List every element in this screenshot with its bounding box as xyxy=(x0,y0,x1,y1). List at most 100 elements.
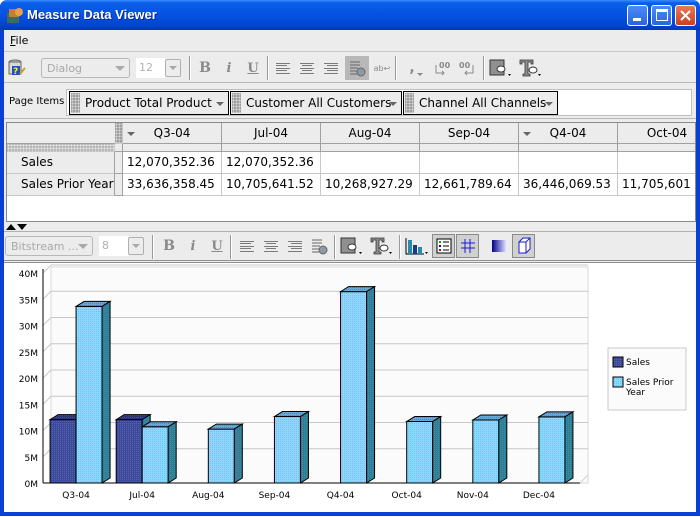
graph-italic-button[interactable]: i xyxy=(182,235,204,257)
italic-icon: i xyxy=(226,60,232,76)
data-cell[interactable] xyxy=(321,152,420,174)
italic-button[interactable]: i xyxy=(218,57,240,79)
legend-icon xyxy=(436,238,451,254)
page-item-channel[interactable]: Channel All Channels xyxy=(403,91,558,115)
graph-fill-color-button[interactable] xyxy=(339,235,365,257)
graph-align-center-button[interactable] xyxy=(260,235,282,257)
help-button[interactable]: ? xyxy=(6,57,28,79)
data-cell[interactable] xyxy=(420,152,519,174)
decrease-decimal-button[interactable]: 00 xyxy=(456,57,478,79)
gradient-button[interactable] xyxy=(488,235,510,257)
row-header-sales-prior-year[interactable]: Sales Prior Year xyxy=(7,174,115,196)
italic-icon: i xyxy=(190,238,196,254)
pane-splitter[interactable] xyxy=(4,223,696,231)
3d-effect-button[interactable] xyxy=(512,234,535,258)
app-icon xyxy=(7,8,23,23)
font-size-dropdown[interactable] xyxy=(165,59,181,77)
data-cell[interactable]: 10,705,641.52 xyxy=(222,174,321,196)
data-cell[interactable]: 36,446,069.53 xyxy=(519,174,618,196)
bar-sales-prior-year xyxy=(472,419,500,484)
menu-file[interactable]: File xyxy=(10,34,28,47)
title-bar[interactable]: Measure Data Viewer xyxy=(0,0,700,30)
data-cell[interactable]: 12,070,352.36 xyxy=(222,152,321,174)
text-color-button[interactable] xyxy=(518,57,544,79)
legend-label: Year xyxy=(625,388,645,398)
bold-button[interactable]: B xyxy=(194,57,216,79)
align-left-button[interactable] xyxy=(272,57,294,79)
minimize-button[interactable] xyxy=(627,5,648,26)
column-resize-handle[interactable] xyxy=(222,144,321,152)
gridline-depth xyxy=(42,369,52,379)
column-header[interactable]: Oct-04 xyxy=(618,123,695,144)
graph-align-left-button[interactable] xyxy=(236,235,258,257)
close-button[interactable] xyxy=(675,5,696,26)
column-drag-handle[interactable] xyxy=(115,123,123,144)
column-resize-handle[interactable] xyxy=(123,144,222,152)
data-grid: Q3-04 12,070,352.36 33,636,358.45 Jul-04 12,… xyxy=(6,122,696,222)
x-tick-label: Jul-04 xyxy=(128,491,155,501)
graph-text-color-button[interactable] xyxy=(369,235,395,257)
maximize-button[interactable] xyxy=(651,5,672,26)
collapse-up-icon[interactable] xyxy=(6,224,16,230)
graph-font-size-dropdown[interactable] xyxy=(128,237,144,255)
drag-handle-icon[interactable] xyxy=(232,93,241,113)
row-resize-handle[interactable] xyxy=(115,152,123,174)
row-drag-handle[interactable] xyxy=(7,144,115,152)
fill-color-icon xyxy=(340,237,362,254)
page-items-bar: Page Items Product Total Product Custome… xyxy=(4,85,696,119)
bar-side xyxy=(498,414,508,484)
underline-button[interactable]: U xyxy=(242,57,264,79)
graph-font-family-select[interactable]: Bitstream ... xyxy=(5,236,93,256)
column-header[interactable]: Sep-04 xyxy=(420,123,519,144)
collapse-arrow-icon[interactable] xyxy=(523,132,531,136)
align-right-button[interactable] xyxy=(320,57,342,79)
graph-bold-button[interactable]: B xyxy=(158,235,180,257)
font-size-input[interactable]: 12 xyxy=(136,58,166,78)
data-cell[interactable] xyxy=(519,152,618,174)
column-header[interactable]: Q4-04 xyxy=(519,123,618,144)
column-resize-handle[interactable] xyxy=(420,144,519,152)
data-cell[interactable]: 12,661,789.64 xyxy=(420,174,519,196)
y-tick-label: 15M xyxy=(19,401,38,411)
column-header[interactable]: Aug-04 xyxy=(321,123,420,144)
row-header-sales[interactable]: Sales xyxy=(7,152,115,174)
maximize-icon xyxy=(656,9,668,21)
increase-decimal-button[interactable]: 00 xyxy=(432,57,454,79)
data-cell[interactable] xyxy=(618,152,695,174)
collapse-arrow-icon[interactable] xyxy=(127,132,135,136)
data-cell[interactable]: 33,636,358.45 xyxy=(123,174,222,196)
graph-align-right-button[interactable] xyxy=(284,235,306,257)
data-cell[interactable]: 12,070,352.36 xyxy=(123,152,222,174)
page-item-customer[interactable]: Customer All Customers xyxy=(230,91,402,115)
legend-toggle-button[interactable] xyxy=(432,234,455,258)
column-resize-handle[interactable] xyxy=(519,144,618,152)
cell-format-button[interactable] xyxy=(345,56,369,80)
column-header[interactable]: Q3-04 xyxy=(123,123,222,144)
collapse-down-icon[interactable] xyxy=(17,224,27,230)
data-cell[interactable]: 10,268,927.29 xyxy=(321,174,420,196)
chevron-down-icon xyxy=(389,102,397,106)
format-icon xyxy=(312,239,328,255)
data-cell[interactable]: 11,705,601 xyxy=(618,174,695,196)
graph-type-button[interactable] xyxy=(404,235,430,257)
column-resize-handle[interactable] xyxy=(321,144,420,152)
wrap-text-button[interactable]: ab↩ xyxy=(371,57,393,79)
align-center-button[interactable] xyxy=(296,57,318,79)
font-family-select[interactable]: Dialog xyxy=(41,58,130,78)
graph-underline-button[interactable]: U xyxy=(206,235,228,257)
drag-handle-icon[interactable] xyxy=(405,93,414,113)
graph-font-size-input[interactable]: 8 xyxy=(99,236,129,256)
font-size-value: 12 xyxy=(139,61,153,74)
page-item-product[interactable]: Product Total Product xyxy=(69,91,229,115)
thousands-separator-button[interactable]: , xyxy=(401,57,423,79)
graph-format-button[interactable] xyxy=(308,235,330,257)
row-resize-handle[interactable] xyxy=(115,174,123,196)
column-resize-handle[interactable] xyxy=(618,144,695,152)
drag-handle-icon[interactable] xyxy=(71,93,80,113)
column-header-label: Q4-04 xyxy=(549,126,587,140)
gridline-depth xyxy=(42,264,52,274)
column-header[interactable]: Jul-04 xyxy=(222,123,321,144)
gridlines-toggle-button[interactable] xyxy=(456,234,479,258)
separator xyxy=(483,56,485,80)
fill-color-button[interactable] xyxy=(488,57,514,79)
